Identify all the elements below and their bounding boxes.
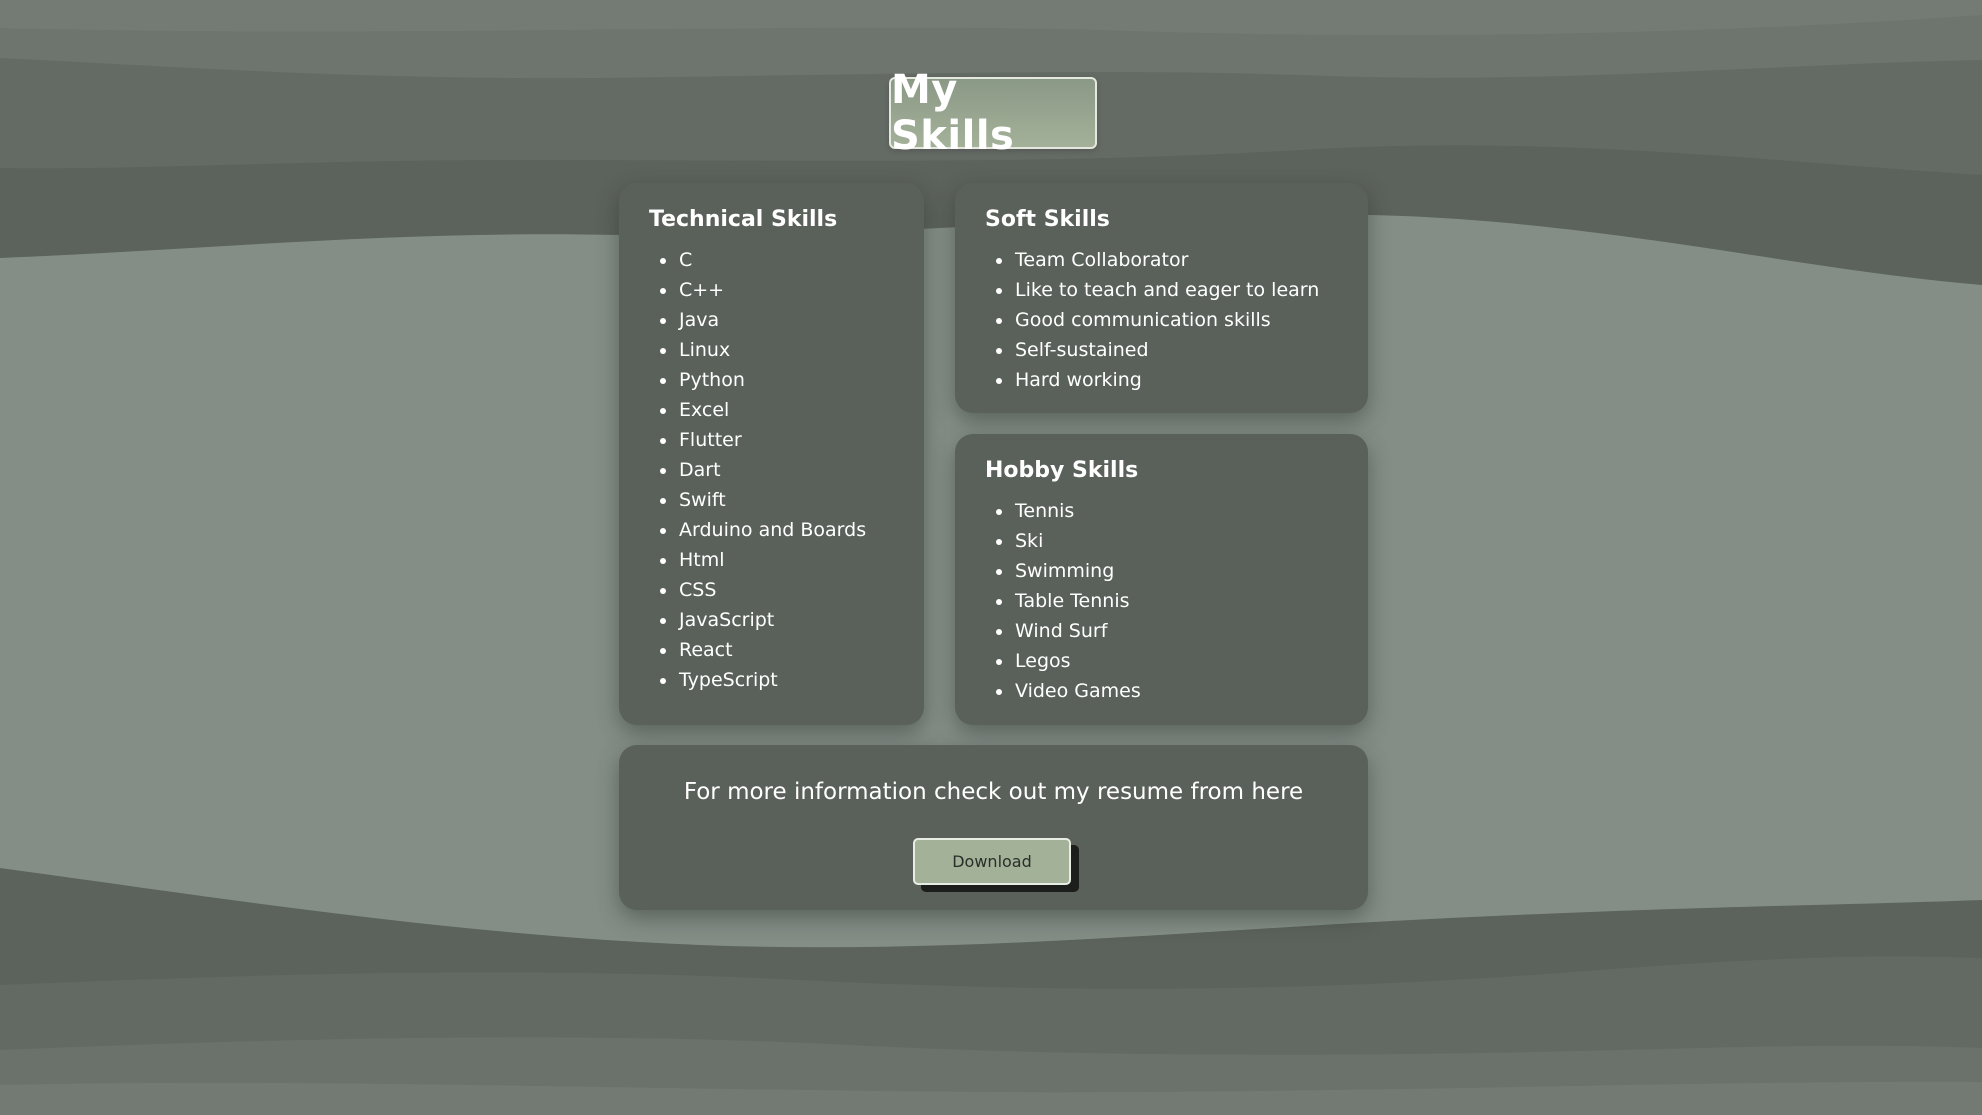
resume-text: For more information check out my resume…: [683, 779, 1304, 805]
list-item: Wind Surf: [996, 616, 1338, 646]
list-item: React: [660, 635, 894, 665]
page: My Skills Technical Skills C C++ Java Li…: [0, 0, 1982, 1115]
list-item: Team Collaborator: [996, 245, 1338, 275]
soft-skills-heading: Soft Skills: [985, 207, 1110, 232]
list-item: Linux: [660, 335, 894, 365]
page-title: My Skills: [889, 67, 1097, 159]
list-item: Excel: [660, 395, 894, 425]
list-item: Swift: [660, 485, 894, 515]
list-item: TypeScript: [660, 665, 894, 695]
hobby-skills-heading: Hobby Skills: [985, 458, 1139, 483]
download-button-wrapper: Download: [913, 838, 1079, 892]
list-item: Ski: [996, 526, 1338, 556]
list-item: Html: [660, 545, 894, 575]
list-item: Self-sustained: [996, 335, 1338, 365]
list-item: Flutter: [660, 425, 894, 455]
list-item: Video Games: [996, 676, 1338, 706]
list-item: Swimming: [996, 556, 1338, 586]
list-item: Table Tennis: [996, 586, 1338, 616]
list-item: C++: [660, 275, 894, 305]
list-item: Java: [660, 305, 894, 335]
soft-skills-list: Team Collaborator Like to teach and eage…: [985, 245, 1338, 395]
technical-skills-heading: Technical Skills: [649, 207, 838, 232]
resume-card: For more information check out my resume…: [619, 745, 1368, 910]
list-item: Legos: [996, 646, 1338, 676]
list-item: Like to teach and eager to learn: [996, 275, 1338, 305]
download-button[interactable]: Download: [913, 838, 1071, 885]
soft-skills-card: Soft Skills Team Collaborator Like to te…: [955, 183, 1368, 413]
list-item: Good communication skills: [996, 305, 1338, 335]
list-item: Tennis: [996, 496, 1338, 526]
list-item: C: [660, 245, 894, 275]
technical-skills-card: Technical Skills C C++ Java Linux Python…: [619, 183, 924, 725]
hobby-skills-list: Tennis Ski Swimming Table Tennis Wind Su…: [985, 496, 1338, 706]
list-item: CSS: [660, 575, 894, 605]
list-item: JavaScript: [660, 605, 894, 635]
list-item: Hard working: [996, 365, 1338, 395]
list-item: Python: [660, 365, 894, 395]
hobby-skills-card: Hobby Skills Tennis Ski Swimming Table T…: [955, 434, 1368, 725]
technical-skills-list: C C++ Java Linux Python Excel Flutter Da…: [649, 245, 894, 695]
list-item: Arduino and Boards: [660, 515, 894, 545]
list-item: Dart: [660, 455, 894, 485]
